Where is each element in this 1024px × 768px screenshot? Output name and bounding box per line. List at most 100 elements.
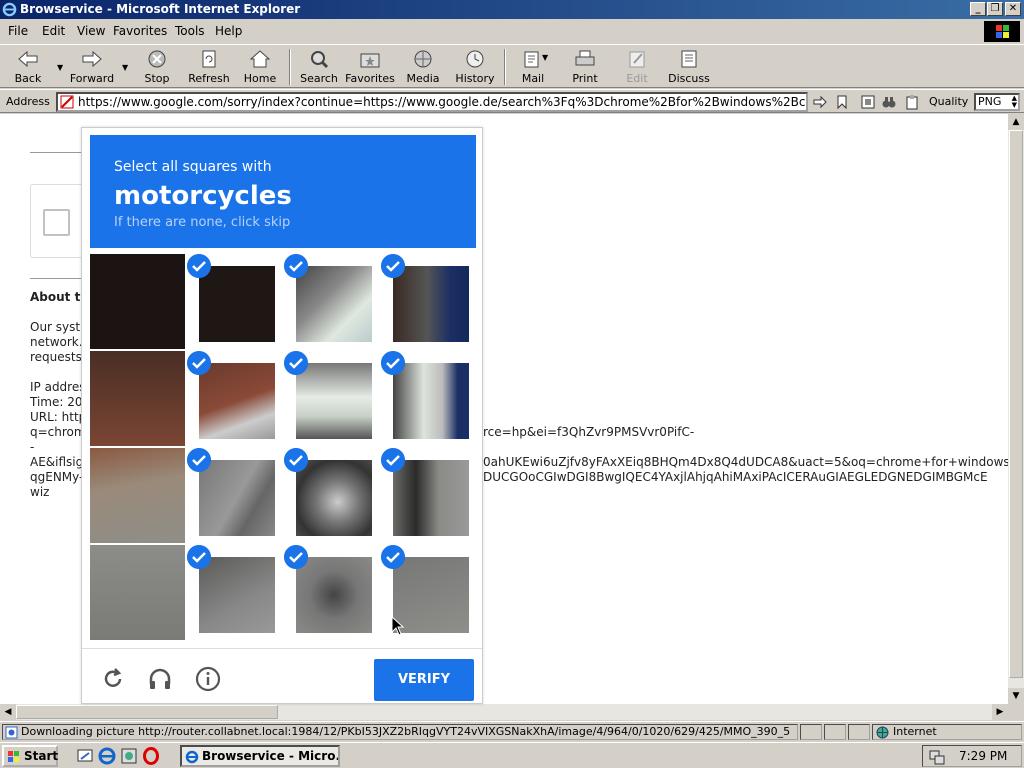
favorites-folder-icon: [360, 53, 380, 68]
refresh-button[interactable]: Refresh: [184, 47, 234, 87]
tile-image: [90, 254, 185, 349]
captcha-tile[interactable]: [90, 254, 185, 349]
search-icon: [311, 51, 329, 69]
discuss-button[interactable]: Discuss: [664, 47, 714, 87]
verify-button[interactable]: VERIFY: [374, 659, 474, 701]
recaptcha-checkbox[interactable]: [43, 209, 70, 236]
menu-favorites[interactable]: Favorites: [113, 24, 167, 38]
ie-task-icon: [185, 750, 199, 764]
print-button[interactable]: Print: [560, 47, 610, 87]
menu-file[interactable]: File: [8, 24, 28, 38]
restore-button[interactable]: ❐: [987, 2, 1003, 16]
quality-spinner-icon[interactable]: ▲ ▼: [1012, 95, 1017, 109]
checkmark-icon: [381, 254, 405, 278]
address-input[interactable]: https://www.google.com/sorry/index?conti…: [56, 92, 808, 112]
vertical-scrollbar[interactable]: ▲ ▼: [1008, 114, 1024, 704]
history-button[interactable]: History: [450, 47, 500, 87]
page-line: requests: [30, 350, 82, 364]
mouse-cursor-icon: [391, 616, 405, 636]
captcha-tile[interactable]: [381, 448, 476, 543]
vertical-scroll-thumb[interactable]: [1009, 130, 1023, 678]
image-icon[interactable]: [860, 94, 876, 110]
search-button[interactable]: Search: [294, 47, 344, 87]
captcha-tile[interactable]: [284, 254, 379, 349]
favorites-button[interactable]: Favorites: [345, 47, 395, 87]
captcha-tile[interactable]: [284, 351, 379, 446]
quality-select[interactable]: PNG ▲ ▼: [974, 93, 1020, 111]
minimize-button[interactable]: _: [970, 2, 986, 16]
recaptcha-challenge: Select all squares with motorcycles If t…: [81, 127, 483, 704]
start-button[interactable]: Start: [2, 745, 58, 767]
captcha-tile[interactable]: [90, 448, 185, 543]
headphones-icon[interactable]: [147, 666, 173, 692]
ie-quicklaunch-icon[interactable]: [98, 747, 116, 765]
reload-icon[interactable]: [100, 666, 126, 692]
captcha-tile[interactable]: [187, 254, 282, 349]
captcha-tile[interactable]: [284, 448, 379, 543]
page-line: qgENMy-: [30, 470, 84, 484]
challenge-hint: If there are none, click skip: [114, 215, 291, 230]
forward-button[interactable]: Forward: [67, 47, 117, 87]
recaptcha-widget: [30, 184, 86, 258]
window-title: Browservice - Microsoft Internet Explore…: [20, 2, 301, 16]
home-button[interactable]: Home: [235, 47, 285, 87]
captcha-tile[interactable]: [90, 545, 185, 640]
scroll-left-icon[interactable]: ◀: [0, 704, 16, 720]
broken-page-icon: [60, 95, 74, 109]
tile-image: [296, 363, 372, 439]
scroll-up-icon[interactable]: ▲: [1008, 114, 1024, 130]
toolbar: Back ▼ Forward ▼ Stop Refresh Home Searc…: [0, 44, 1024, 88]
menu-edit[interactable]: Edit: [42, 24, 65, 38]
info-icon[interactable]: [195, 666, 221, 692]
captcha-tile[interactable]: [187, 351, 282, 446]
menu-view[interactable]: View: [77, 24, 105, 38]
binoculars-icon[interactable]: [881, 94, 897, 110]
page-line: q=chrom: [30, 425, 86, 439]
edit-button[interactable]: Edit: [612, 47, 662, 87]
scroll-down-icon[interactable]: ▼: [1008, 688, 1024, 704]
horizontal-scroll-thumb[interactable]: [16, 705, 278, 719]
checkmark-icon: [381, 545, 405, 569]
menu-tools[interactable]: Tools: [175, 24, 205, 38]
clock[interactable]: 7:29 PM: [959, 749, 1007, 763]
tile-image: [90, 351, 185, 446]
go-arrow-icon[interactable]: [812, 94, 828, 110]
captcha-tile[interactable]: [187, 545, 282, 640]
toolbar-separator: [504, 49, 506, 85]
mail-button[interactable]: Mail: [508, 47, 558, 87]
captcha-tile[interactable]: [90, 351, 185, 446]
menu-bar: File Edit View Favorites Tools Help: [0, 21, 1024, 41]
stop-button[interactable]: Stop: [132, 47, 182, 87]
page-loading-icon: [5, 726, 18, 739]
captcha-tile[interactable]: [284, 545, 379, 640]
tile-image: [393, 266, 469, 342]
status-panel: [800, 724, 822, 740]
tray-network-icon[interactable]: [929, 749, 945, 765]
clipboard-icon[interactable]: [904, 94, 920, 110]
captcha-tile[interactable]: [187, 448, 282, 543]
back-arrow-icon: [18, 50, 38, 68]
scroll-right-icon[interactable]: ▶: [992, 704, 1008, 720]
menu-help[interactable]: Help: [215, 24, 242, 38]
network-icon[interactable]: [120, 747, 138, 765]
show-desktop-icon[interactable]: [76, 747, 94, 765]
taskbar-item-browservice[interactable]: Browservice - Micro...: [180, 745, 340, 767]
address-bar: Address https://www.google.com/sorry/ind…: [0, 89, 1024, 113]
checkmark-icon: [381, 351, 405, 375]
taskbar: Start Browservice - Micro... 7:29 PM: [0, 742, 1024, 768]
checkmark-icon: [187, 254, 211, 278]
mail-dropdown-icon[interactable]: ▼: [542, 53, 548, 62]
checkmark-icon: [187, 448, 211, 472]
window-title-bar[interactable]: Browservice - Microsoft Internet Explore…: [0, 0, 1024, 19]
captcha-tile[interactable]: [381, 254, 476, 349]
media-button[interactable]: Media: [398, 47, 448, 87]
back-dropdown-icon[interactable]: ▼: [57, 63, 63, 72]
captcha-tile[interactable]: [381, 351, 476, 446]
bookmark-icon[interactable]: [834, 94, 850, 110]
page-line: 0ahUKEwi6uZjfv8yFAxXEiq8BHQm4Dx8Q4dUDCA8…: [483, 455, 1008, 469]
horizontal-scrollbar[interactable]: ◀ ▶: [0, 704, 1008, 720]
back-button[interactable]: Back: [3, 47, 53, 87]
opera-icon[interactable]: [142, 747, 160, 765]
close-button[interactable]: ✕: [1005, 2, 1021, 16]
forward-dropdown-icon[interactable]: ▼: [122, 63, 128, 72]
